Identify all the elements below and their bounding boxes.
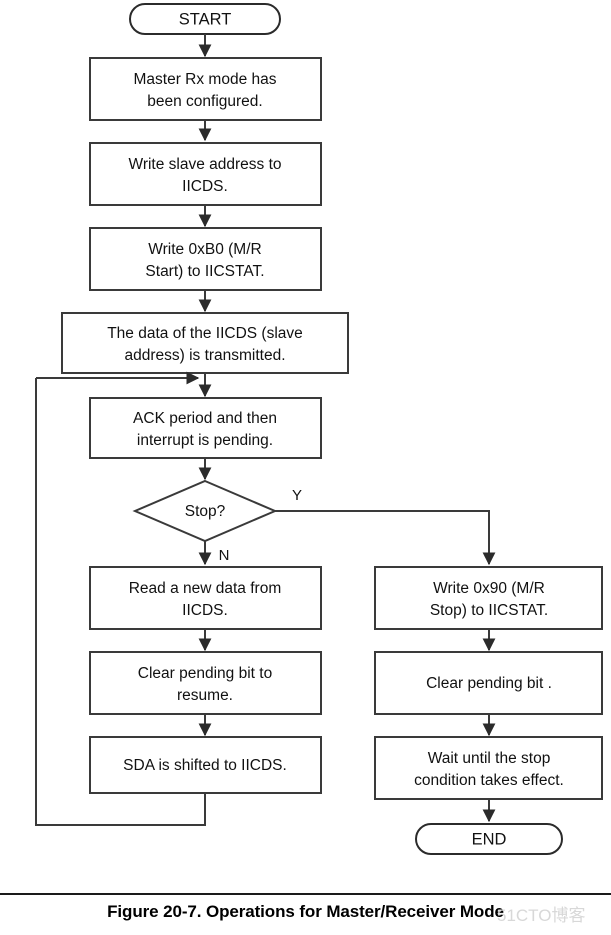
node-transmitted-line1: The data of the IICDS (slave [107,325,303,342]
node-write-b0-line1: Write 0xB0 (M/R [148,241,261,258]
node-write-90: Write 0x90 (M/R Stop) to IICSTAT. [374,566,603,630]
node-write-90-line2: Stop) to IICSTAT. [430,602,548,619]
node-write-b0-line2: Start) to IICSTAT. [145,263,264,280]
node-sda-shift: SDA is shifted to IICDS. [89,736,322,794]
branch-label-no: N [219,547,230,564]
node-wait-stop-line1: Wait until the stop [428,750,551,767]
node-clear-bit: Clear pending bit . [374,651,603,715]
connector-decision-yes [275,510,496,566]
node-read-data-line1: Read a new data from [129,580,282,597]
node-write-b0: Write 0xB0 (M/R Start) to IICSTAT. [89,227,322,291]
node-write-slave: Write slave address to IICDS. [89,142,322,206]
node-decision-stop-label: Stop? [185,503,226,520]
node-clear-resume-line1: Clear pending bit to [138,665,272,682]
node-clear-resume: Clear pending bit to resume. [89,651,322,715]
node-ack-period-line2: interrupt is pending. [137,432,273,449]
figure-caption: Figure 20-7. Operations for Master/Recei… [107,902,504,921]
node-write-slave-line2: IICDS. [182,178,228,195]
node-wait-stop: Wait until the stop condition takes effe… [374,736,603,800]
node-sda-shift-line1: SDA is shifted to IICDS. [123,757,287,774]
node-end: END [415,823,563,855]
node-transmitted-line2: address) is transmitted. [124,347,285,364]
node-decision-stop: Stop? [132,479,278,543]
node-clear-bit-line1: Clear pending bit . [426,675,552,692]
node-wait-stop-line2: condition takes effect. [414,772,564,789]
node-configured-line2: been configured. [147,93,262,110]
figure-page: START Master Rx mode has been configured… [0,0,611,935]
node-start-label: START [179,10,232,28]
node-transmitted: The data of the IICDS (slave address) is… [61,312,349,374]
node-start: START [129,3,281,35]
caption-divider [0,893,611,895]
node-clear-resume-line2: resume. [177,687,233,704]
node-read-data: Read a new data from IICDS. [89,566,322,630]
node-write-90-line1: Write 0x90 (M/R [433,580,545,597]
node-ack-period-line1: ACK period and then [133,410,277,427]
node-configured-line1: Master Rx mode has [134,71,277,88]
node-ack-period: ACK period and then interrupt is pending… [89,397,322,459]
flowchart-canvas: START Master Rx mode has been configured… [35,3,603,855]
branch-label-yes: Y [292,487,302,504]
node-configured: Master Rx mode has been configured. [89,57,322,121]
node-write-slave-line1: Write slave address to [128,156,281,173]
node-read-data-line2: IICDS. [182,602,228,619]
node-end-label: END [472,830,507,848]
